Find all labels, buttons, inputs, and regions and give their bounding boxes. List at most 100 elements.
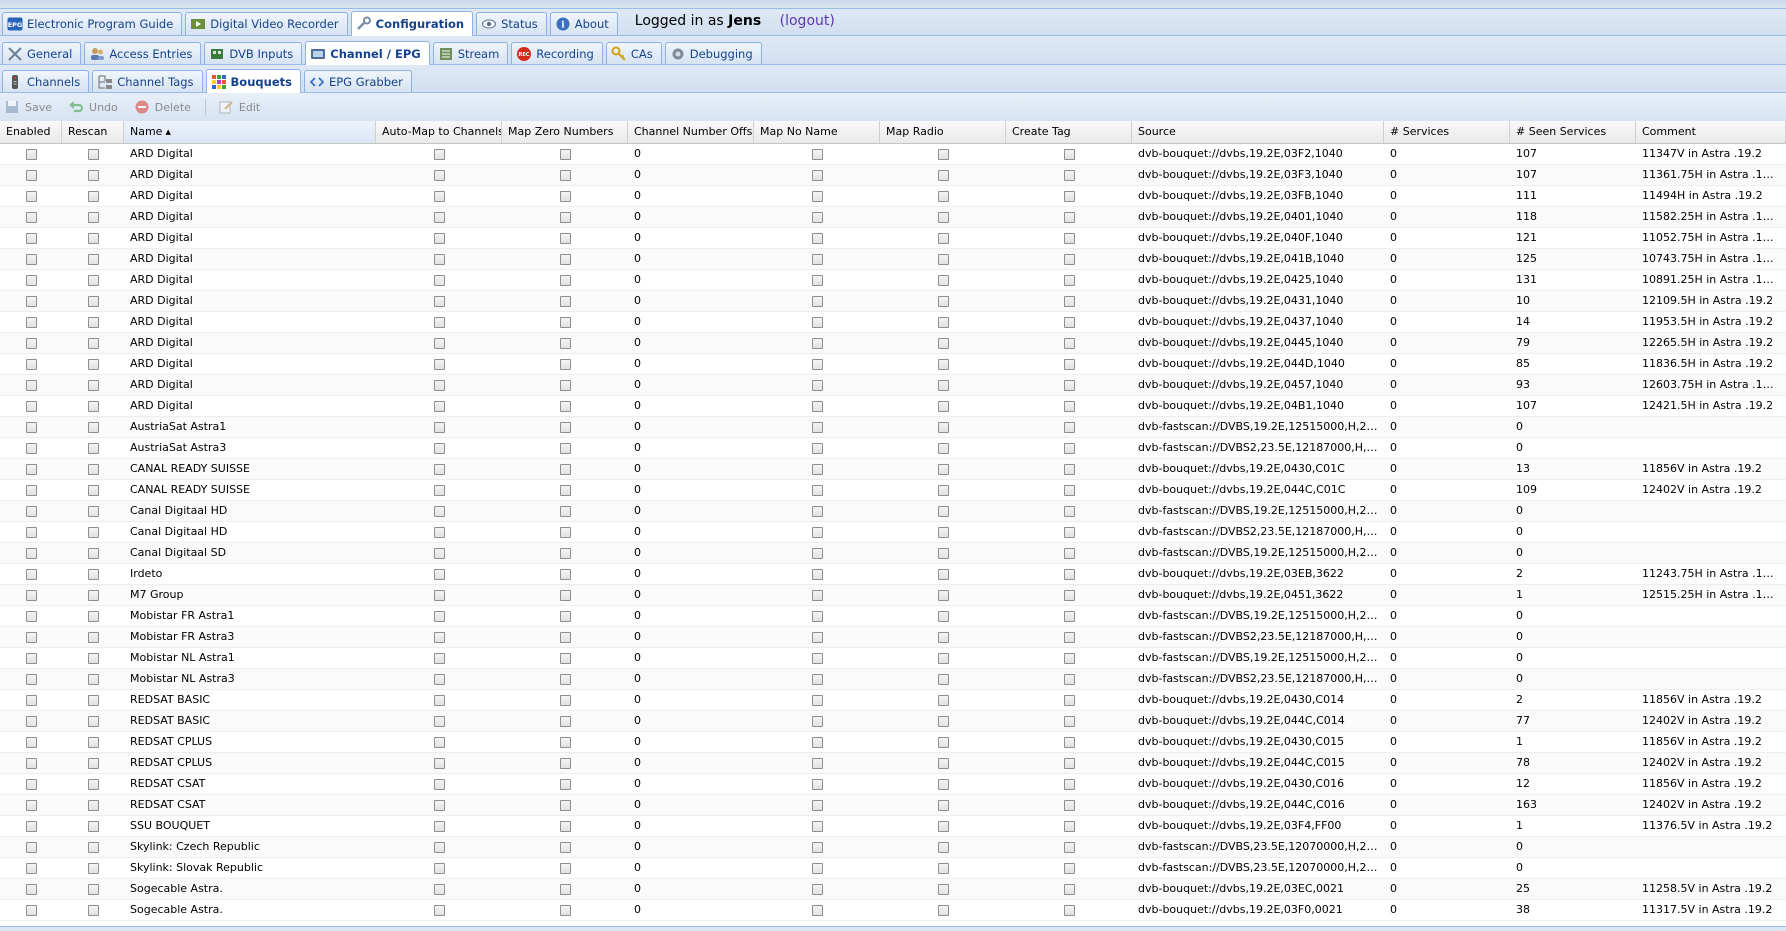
auto-map-checkbox[interactable] [433, 715, 445, 727]
column-header-map-zero-numbers[interactable]: Map Zero Numbers [502, 121, 628, 143]
map-radio-checkbox[interactable] [937, 463, 949, 475]
create-tag-checkbox[interactable] [1063, 400, 1075, 412]
auto-map-checkbox[interactable] [433, 253, 445, 265]
map-no-name-checkbox[interactable] [811, 610, 823, 622]
map-no-name-checkbox[interactable] [811, 526, 823, 538]
create-tag-checkbox[interactable] [1063, 211, 1075, 223]
map-zero-numbers-checkbox[interactable] [559, 694, 571, 706]
enabled-checkbox[interactable] [25, 253, 37, 265]
create-tag-checkbox[interactable] [1063, 316, 1075, 328]
auto-map-checkbox[interactable] [433, 274, 445, 286]
auto-map-checkbox[interactable] [433, 883, 445, 895]
rescan-checkbox[interactable] [87, 190, 99, 202]
map-zero-numbers-checkbox[interactable] [559, 568, 571, 580]
map-radio-checkbox[interactable] [937, 547, 949, 559]
column-header-map-radio[interactable]: Map Radio [880, 121, 1006, 143]
map-zero-numbers-checkbox[interactable] [559, 841, 571, 853]
table-row[interactable]: ARD Digital 0 dvb-bouquet://dvbs,19.2E,045… [0, 375, 1786, 396]
create-tag-checkbox[interactable] [1063, 253, 1075, 265]
auto-map-checkbox[interactable] [433, 673, 445, 685]
rescan-checkbox[interactable] [87, 148, 99, 160]
tab-cas[interactable]: CAs [605, 42, 662, 64]
map-zero-numbers-checkbox[interactable] [559, 295, 571, 307]
map-zero-numbers-checkbox[interactable] [559, 337, 571, 349]
enabled-checkbox[interactable] [25, 589, 37, 601]
table-row[interactable]: ARD Digital 0 dvb-bouquet://dvbs,19.2E,040… [0, 207, 1786, 228]
create-tag-checkbox[interactable] [1063, 442, 1075, 454]
auto-map-checkbox[interactable] [433, 568, 445, 580]
create-tag-checkbox[interactable] [1063, 379, 1075, 391]
map-radio-checkbox[interactable] [937, 715, 949, 727]
column-header-map-no-name[interactable]: Map No Name [754, 121, 880, 143]
map-no-name-checkbox[interactable] [811, 421, 823, 433]
create-tag-checkbox[interactable] [1063, 421, 1075, 433]
table-row[interactable]: REDSAT CSAT 0 dvb-bouquet://dvbs,19.2E,043… [0, 774, 1786, 795]
map-zero-numbers-checkbox[interactable] [559, 148, 571, 160]
rescan-checkbox[interactable] [87, 316, 99, 328]
create-tag-checkbox[interactable] [1063, 715, 1075, 727]
map-radio-checkbox[interactable] [937, 442, 949, 454]
auto-map-checkbox[interactable] [433, 757, 445, 769]
enabled-checkbox[interactable] [25, 841, 37, 853]
table-row[interactable]: REDSAT CPLUS 0 dvb-bouquet://dvbs,19.2E,04… [0, 732, 1786, 753]
map-zero-numbers-checkbox[interactable] [559, 757, 571, 769]
enabled-checkbox[interactable] [25, 169, 37, 181]
create-tag-checkbox[interactable] [1063, 169, 1075, 181]
auto-map-checkbox[interactable] [433, 631, 445, 643]
map-zero-numbers-checkbox[interactable] [559, 799, 571, 811]
map-radio-checkbox[interactable] [937, 631, 949, 643]
logout-link[interactable]: (logout) [780, 13, 835, 29]
table-row[interactable]: ARD Digital 0 dvb-bouquet://dvbs,19.2E,044… [0, 354, 1786, 375]
table-row[interactable]: CANAL READY SUISSE 0 dvb-bouquet://dvbs,19… [0, 480, 1786, 501]
tab-access-entries[interactable]: Access Entries [84, 42, 202, 64]
rescan-checkbox[interactable] [87, 631, 99, 643]
enabled-checkbox[interactable] [25, 715, 37, 727]
map-no-name-checkbox[interactable] [811, 862, 823, 874]
map-zero-numbers-checkbox[interactable] [559, 274, 571, 286]
map-radio-checkbox[interactable] [937, 274, 949, 286]
tab-epg-grabber[interactable]: EPG Grabber [303, 70, 412, 92]
create-tag-checkbox[interactable] [1063, 547, 1075, 559]
enabled-checkbox[interactable] [25, 673, 37, 685]
auto-map-checkbox[interactable] [433, 400, 445, 412]
column-header-name[interactable]: Name ▲ [124, 121, 376, 143]
map-no-name-checkbox[interactable] [811, 316, 823, 328]
auto-map-checkbox[interactable] [433, 169, 445, 181]
map-zero-numbers-checkbox[interactable] [559, 484, 571, 496]
map-no-name-checkbox[interactable] [811, 694, 823, 706]
map-no-name-checkbox[interactable] [811, 589, 823, 601]
rescan-checkbox[interactable] [87, 253, 99, 265]
create-tag-checkbox[interactable] [1063, 736, 1075, 748]
column-header-rescan[interactable]: Rescan [62, 121, 124, 143]
map-no-name-checkbox[interactable] [811, 211, 823, 223]
map-zero-numbers-checkbox[interactable] [559, 547, 571, 559]
enabled-checkbox[interactable] [25, 736, 37, 748]
map-no-name-checkbox[interactable] [811, 274, 823, 286]
map-no-name-checkbox[interactable] [811, 904, 823, 916]
table-row[interactable]: M7 Group 0 dvb-bouquet://dvbs,19.2E,0451,3… [0, 585, 1786, 606]
auto-map-checkbox[interactable] [433, 337, 445, 349]
rescan-checkbox[interactable] [87, 799, 99, 811]
auto-map-checkbox[interactable] [433, 904, 445, 916]
map-radio-checkbox[interactable] [937, 736, 949, 748]
table-row[interactable]: ARD Digital 0 dvb-bouquet://dvbs,19.2E,03F… [0, 165, 1786, 186]
auto-map-checkbox[interactable] [433, 316, 445, 328]
tab-electronic-program-guide[interactable]: EPG Electronic Program Guide [2, 12, 183, 35]
enabled-checkbox[interactable] [25, 442, 37, 454]
rescan-checkbox[interactable] [87, 820, 99, 832]
auto-map-checkbox[interactable] [433, 148, 445, 160]
map-zero-numbers-checkbox[interactable] [559, 358, 571, 370]
rescan-checkbox[interactable] [87, 400, 99, 412]
table-row[interactable]: Mobistar FR Astra3 0 dvb-fastscan://DVBS2,… [0, 627, 1786, 648]
tab-debugging[interactable]: Debugging [664, 42, 762, 64]
map-no-name-checkbox[interactable] [811, 568, 823, 580]
table-row[interactable]: ARD Digital 0 dvb-bouquet://dvbs,19.2E,042… [0, 270, 1786, 291]
map-no-name-checkbox[interactable] [811, 379, 823, 391]
enabled-checkbox[interactable] [25, 211, 37, 223]
table-row[interactable]: Irdeto 0 dvb-bouquet://dvbs,19.2E,03EB,362… [0, 564, 1786, 585]
table-row[interactable]: Canal Digitaal SD 0 dvb-fastscan://DVBS,19… [0, 543, 1786, 564]
map-zero-numbers-checkbox[interactable] [559, 316, 571, 328]
enabled-checkbox[interactable] [25, 358, 37, 370]
map-zero-numbers-checkbox[interactable] [559, 652, 571, 664]
table-row[interactable]: AustriaSat Astra3 0 dvb-fastscan://DVBS2,2… [0, 438, 1786, 459]
